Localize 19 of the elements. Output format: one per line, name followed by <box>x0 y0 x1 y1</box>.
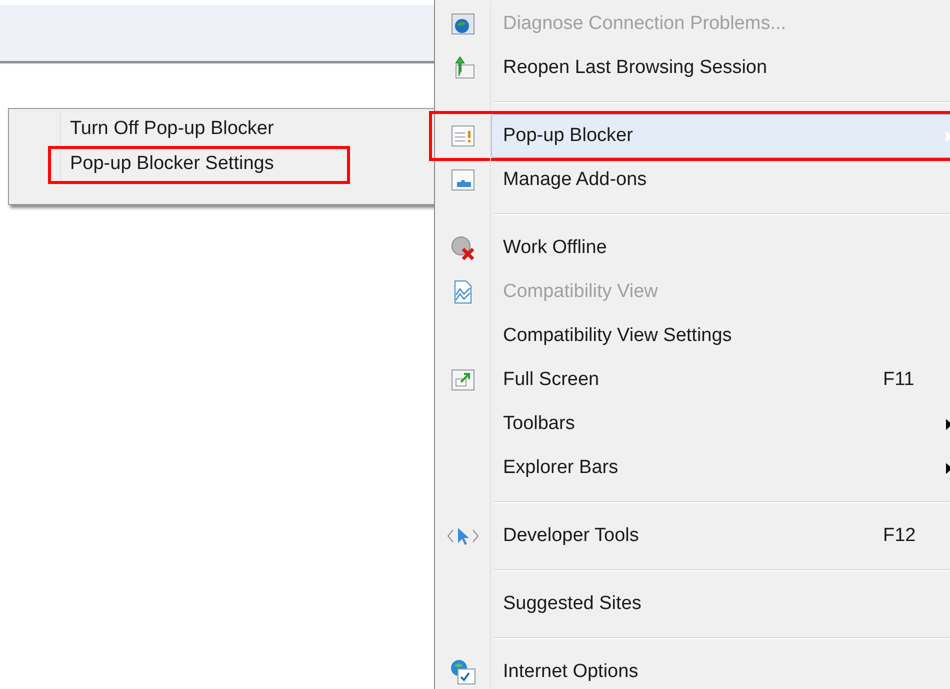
menu-item[interactable]: Work Offline <box>491 226 950 270</box>
globe-cross-icon <box>450 235 476 261</box>
menu-item[interactable]: Toolbars <box>491 402 950 446</box>
puzzle-window-icon <box>450 169 474 191</box>
window-alert-icon <box>450 125 474 147</box>
menu-item[interactable]: Compatibility View Settings <box>491 314 950 358</box>
globe-checkbox-icon <box>448 658 476 686</box>
window-expand-icon <box>450 369 474 391</box>
menu-item[interactable]: Manage Add-ons <box>491 158 950 202</box>
menu-item[interactable]: Explorer Bars <box>491 446 950 490</box>
menu-item[interactable]: Reopen Last Browsing Session <box>491 46 950 90</box>
globe-icon <box>450 13 474 35</box>
menu-item[interactable]: Pop-up Blocker <box>491 114 950 158</box>
menu-item[interactable]: Suggested Sites <box>491 582 950 626</box>
menu-item[interactable]: Internet Options <box>491 650 950 689</box>
menu-item[interactable]: Developer Tools F12 <box>491 514 950 558</box>
code-cursor-icon <box>446 526 478 546</box>
menu-item[interactable]: Full Screen F11 <box>491 358 950 402</box>
broken-page-icon <box>452 280 472 304</box>
